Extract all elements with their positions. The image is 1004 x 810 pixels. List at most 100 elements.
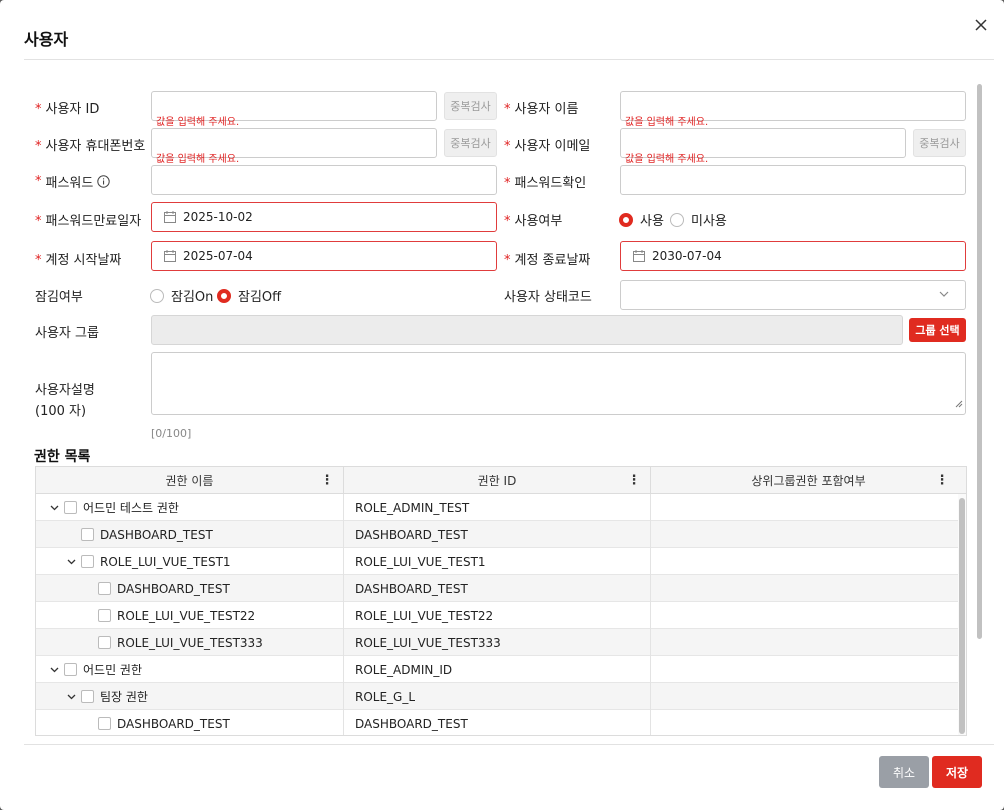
table-row[interactable]: 팀장 권한 ROLE_G_L bbox=[36, 683, 958, 710]
row-checkbox[interactable] bbox=[81, 555, 94, 568]
column-menu-icon[interactable]: ⋮ bbox=[628, 473, 641, 488]
use-yn-radio-unuse[interactable]: 미사용 bbox=[670, 210, 727, 229]
table-row[interactable]: ROLE_LUI_VUE_TEST1 ROLE_LUI_VUE_TEST1 bbox=[36, 548, 958, 575]
user-group-input bbox=[151, 315, 903, 345]
row-checkbox[interactable] bbox=[64, 501, 77, 514]
permission-name: 어드민 테스트 권한 bbox=[83, 501, 179, 515]
permission-name: 팀장 권한 bbox=[100, 690, 148, 704]
header-divider bbox=[24, 59, 994, 60]
include-parent-cell bbox=[651, 656, 958, 683]
permission-id: ROLE_G_L bbox=[355, 689, 416, 704]
row-checkbox[interactable] bbox=[98, 636, 111, 649]
account-start-datepicker[interactable]: 2025-07-04 bbox=[151, 241, 497, 271]
account-end-value: 2030-07-04 bbox=[652, 249, 722, 263]
table-row[interactable]: 어드민 테스트 권한 ROLE_ADMIN_TEST bbox=[36, 494, 958, 521]
include-parent-cell bbox=[651, 548, 958, 575]
calendar-icon bbox=[633, 250, 645, 266]
user-dialog: 사용자 * 사용자 ID 값을 입력해 주세요. 중복검사 * 사용자 이름 값을 … bbox=[0, 0, 1004, 810]
table-row[interactable]: DASHBOARD_TEST DASHBOARD_TEST bbox=[36, 575, 958, 602]
password-expire-label: * 패스워드만료일자 bbox=[35, 214, 142, 229]
row-checkbox[interactable] bbox=[64, 663, 77, 676]
group-select-button[interactable]: 그룹 선택 bbox=[909, 318, 966, 342]
table-row[interactable]: DASHBOARD_TEST DASHBOARD_TEST bbox=[36, 521, 958, 548]
row-checkbox[interactable] bbox=[98, 717, 111, 730]
password-label: * 패스워드 bbox=[35, 172, 111, 191]
use-yn-radio-use[interactable]: 사용 bbox=[619, 210, 664, 229]
permission-name: ROLE_LUI_VUE_TEST333 bbox=[117, 635, 263, 650]
phone-error: 값을 입력해 주세요. bbox=[156, 154, 240, 165]
user-name-label: * 사용자 이름 bbox=[504, 102, 579, 117]
description-label: 사용자설명 bbox=[35, 383, 95, 398]
permission-name: DASHBOARD_TEST bbox=[100, 527, 213, 542]
lock-yn-radio-on[interactable]: 잠김On bbox=[150, 286, 213, 305]
password-expire-value: 2025-10-02 bbox=[183, 210, 253, 224]
column-header-id[interactable]: 권한 ID bbox=[344, 467, 651, 494]
column-menu-icon[interactable]: ⋮ bbox=[936, 473, 949, 488]
include-parent-cell bbox=[651, 494, 958, 521]
email-label: * 사용자 이메일 bbox=[504, 139, 591, 154]
include-parent-cell bbox=[651, 710, 958, 735]
row-checkbox[interactable] bbox=[81, 690, 94, 703]
status-code-label: 사용자 상태코드 bbox=[504, 290, 592, 305]
table-row[interactable]: 어드민 권한 ROLE_ADMIN_ID bbox=[36, 656, 958, 683]
account-end-datepicker[interactable]: 2030-07-04 bbox=[620, 241, 966, 271]
user-id-dup-check-button[interactable]: 중복검사 bbox=[444, 92, 497, 120]
status-code-select[interactable] bbox=[620, 280, 966, 310]
row-checkbox[interactable] bbox=[81, 528, 94, 541]
permissions-grid: 권한 이름 ⋮ 권한 ID ⋮ 상위그룹권한 포함여부 ⋮ 어드민 테스트 권한… bbox=[35, 466, 967, 736]
row-checkbox[interactable] bbox=[98, 609, 111, 622]
permission-id: ROLE_ADMIN_ID bbox=[355, 662, 453, 677]
email-error: 값을 입력해 주세요. bbox=[625, 154, 709, 165]
include-parent-cell bbox=[651, 683, 958, 710]
permission-name-cell: 어드민 테스트 권한 bbox=[36, 494, 344, 521]
password-confirm-label: * 패스워드확인 bbox=[504, 176, 587, 191]
info-icon[interactable] bbox=[97, 175, 111, 188]
email-dup-check-button[interactable]: 중복검사 bbox=[913, 129, 966, 157]
table-row[interactable]: DASHBOARD_TEST DASHBOARD_TEST bbox=[36, 710, 958, 735]
chevron-down-icon[interactable] bbox=[48, 502, 60, 514]
lock-yn-radio-off[interactable]: 잠김Off bbox=[217, 286, 281, 305]
column-header-name[interactable]: 권한 이름 bbox=[36, 467, 344, 494]
permission-id-cell: ROLE_G_L bbox=[344, 683, 651, 710]
cancel-button[interactable]: 취소 bbox=[879, 756, 929, 788]
use-yn-label: * 사용여부 bbox=[504, 214, 563, 229]
phone-dup-check-button[interactable]: 중복검사 bbox=[444, 129, 497, 157]
grid-scrollbar[interactable] bbox=[958, 494, 966, 735]
user-id-label: * 사용자 ID bbox=[35, 102, 100, 117]
resize-grip-icon[interactable] bbox=[955, 397, 963, 412]
include-parent-cell bbox=[651, 602, 958, 629]
column-header-include-parent[interactable]: 상위그룹권한 포함여부 bbox=[651, 467, 966, 494]
close-icon[interactable] bbox=[970, 14, 992, 36]
chevron-down-icon[interactable] bbox=[48, 664, 60, 676]
user-group-label: 사용자 그룹 bbox=[35, 326, 99, 341]
permission-id: ROLE_LUI_VUE_TEST22 bbox=[355, 608, 494, 623]
lock-yn-label: 잠김여부 bbox=[35, 290, 83, 305]
calendar-icon bbox=[164, 211, 176, 227]
account-start-label: * 계정 시작날짜 bbox=[35, 253, 122, 268]
description-textarea[interactable] bbox=[151, 352, 966, 415]
row-checkbox[interactable] bbox=[98, 582, 111, 595]
grid-header: 권한 이름 ⋮ 권한 ID ⋮ 상위그룹권한 포함여부 ⋮ bbox=[36, 467, 966, 494]
chevron-down-icon[interactable] bbox=[65, 556, 77, 568]
password-expire-datepicker[interactable]: 2025-10-02 bbox=[151, 202, 497, 232]
table-row[interactable]: ROLE_LUI_VUE_TEST333 ROLE_LUI_VUE_TEST333 bbox=[36, 629, 958, 656]
permission-id: DASHBOARD_TEST bbox=[355, 716, 468, 731]
column-menu-icon[interactable]: ⋮ bbox=[321, 473, 334, 488]
permission-id-cell: DASHBOARD_TEST bbox=[344, 521, 651, 548]
save-button[interactable]: 저장 bbox=[932, 756, 982, 788]
permission-name: DASHBOARD_TEST bbox=[117, 716, 230, 731]
dialog-scrollbar[interactable] bbox=[977, 84, 982, 639]
password-confirm-input[interactable] bbox=[620, 165, 966, 195]
permission-name: DASHBOARD_TEST bbox=[117, 581, 230, 596]
permission-name: 어드민 권한 bbox=[83, 663, 143, 677]
permission-id: ROLE_LUI_VUE_TEST333 bbox=[355, 635, 501, 650]
chevron-down-icon[interactable] bbox=[65, 691, 77, 703]
table-row[interactable]: ROLE_LUI_VUE_TEST22 ROLE_LUI_VUE_TEST22 bbox=[36, 602, 958, 629]
permission-id-cell: DASHBOARD_TEST bbox=[344, 710, 651, 735]
password-input[interactable] bbox=[151, 165, 497, 195]
